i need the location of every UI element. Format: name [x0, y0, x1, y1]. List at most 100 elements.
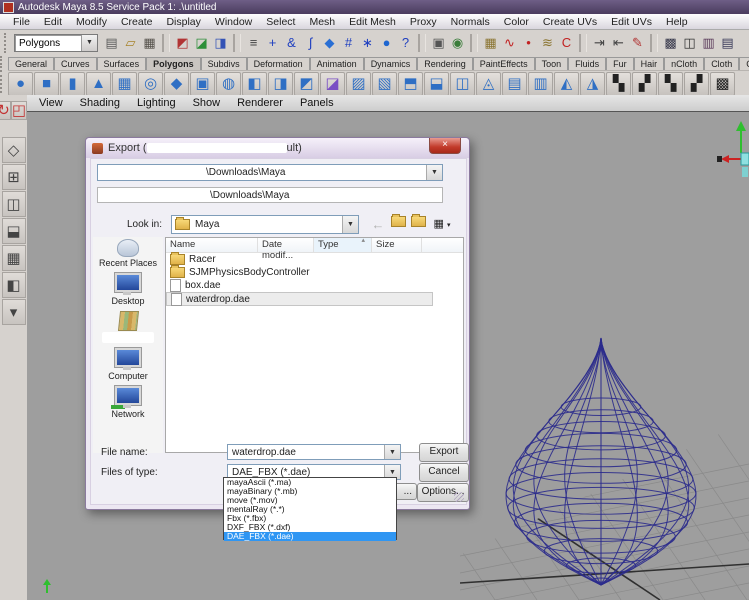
poly-cylinder-icon[interactable]: ▮ [60, 72, 85, 96]
poly-sculpt-icon[interactable]: ◬ [476, 72, 501, 96]
poly-separate-icon[interactable]: ◨ [268, 72, 293, 96]
examine-icon[interactable]: ◉ [448, 33, 467, 53]
type-option-selected[interactable]: DAE_FBX (*.dae) [224, 532, 396, 541]
manipulator-gizmo-icon[interactable] [715, 115, 749, 179]
current-path-field[interactable]: \Downloads\Maya [97, 187, 443, 203]
menu-mesh[interactable]: Mesh [302, 16, 342, 28]
menu-display[interactable]: Display [159, 16, 207, 28]
poly-mirror-icon[interactable]: ⬓ [424, 72, 449, 96]
chevron-down-icon[interactable]: ▼ [426, 165, 442, 180]
save-scene-icon[interactable]: ▦ [140, 33, 159, 53]
poly-plane-icon[interactable]: ▦ [112, 72, 137, 96]
poly-reduce-icon[interactable]: ▧ [372, 72, 397, 96]
menu-edit-mesh[interactable]: Edit Mesh [342, 16, 403, 28]
shelf-tab-curves[interactable]: Curves [54, 57, 97, 70]
chevron-down-icon[interactable]: ▼ [342, 216, 358, 233]
grid-frame-icon[interactable]: # [339, 33, 358, 53]
menu-create[interactable]: Create [114, 16, 160, 28]
help-icon[interactable]: ? [396, 33, 415, 53]
uv-planar-mapping-icon[interactable]: ▚ [606, 72, 631, 96]
poly-select-icon[interactable]: ◆ [320, 33, 339, 53]
shelf-tab-dynamics[interactable]: Dynamics [364, 57, 418, 70]
shelf-tab-ncloth[interactable]: nCloth [664, 57, 704, 70]
look-in-dropdown[interactable]: Maya ▼ [171, 215, 359, 234]
file-row[interactable]: SJMPhysicsBodyController [166, 266, 463, 279]
place-recent-places[interactable]: Recent Places [99, 239, 157, 268]
resize-grip[interactable] [454, 492, 464, 502]
make-live-icon[interactable]: C [557, 33, 576, 53]
open-scene-icon[interactable]: ▱ [121, 33, 140, 53]
layout-single-pane-icon[interactable]: ◇ [2, 137, 26, 163]
menu-edit[interactable]: Edit [37, 16, 69, 28]
export-button[interactable]: Export [419, 443, 469, 462]
render-view-icon[interactable]: ▩ [661, 33, 680, 53]
snap-to-grids-icon[interactable]: ▦ [481, 33, 500, 53]
panel-menu-lighting[interactable]: Lighting [137, 97, 176, 109]
poly-cone-icon[interactable]: ▲ [86, 72, 111, 96]
select-all-icon[interactable]: + [263, 33, 282, 53]
uv-cylindrical-mapping-icon[interactable]: ▞ [632, 72, 657, 96]
new-folder-icon[interactable] [409, 216, 427, 233]
lasso-select-icon[interactable]: & [282, 33, 301, 53]
poly-torus-icon[interactable]: ◎ [138, 72, 163, 96]
snap-to-curves-icon[interactable]: ∿ [500, 33, 519, 53]
poly-sphere-icon[interactable]: ● [8, 72, 33, 96]
shelf-tab-custom[interactable]: Custom [739, 57, 749, 70]
poly-bridge-icon[interactable]: ▥ [528, 72, 553, 96]
poly-combine-icon[interactable]: ◧ [242, 72, 267, 96]
menu-color[interactable]: Color [497, 16, 536, 28]
chevron-down-icon[interactable]: ▼ [81, 35, 97, 51]
poly-cube-icon[interactable]: ■ [34, 72, 59, 96]
shelf-tab-subdivs[interactable]: Subdivs [201, 57, 247, 70]
file-row[interactable]: Racer [166, 253, 463, 266]
shelf-tab-general[interactable]: General [8, 57, 54, 70]
panel-menu-panels[interactable]: Panels [300, 97, 334, 109]
column-name[interactable]: Name [166, 238, 258, 252]
toolbar-grip[interactable] [4, 33, 12, 53]
output-connections-icon[interactable]: ⇤ [609, 33, 628, 53]
poly-pipe-icon[interactable]: ▣ [190, 72, 215, 96]
dialog-title-bar[interactable]: Export ( ult) × [86, 138, 469, 158]
column-date-modified[interactable]: Date modif... [258, 238, 314, 252]
lock-icon[interactable]: ▣ [429, 33, 448, 53]
panel-menu-renderer[interactable]: Renderer [237, 97, 283, 109]
layout-four-pane-icon[interactable]: ⊞ [2, 164, 26, 190]
poly-extrude-icon[interactable]: ▤ [502, 72, 527, 96]
shelf-tab-toon[interactable]: Toon [535, 57, 569, 70]
menu-file[interactable]: File [6, 16, 37, 28]
shelf-tab-hair[interactable]: Hair [634, 57, 665, 70]
menu-edit-uvs[interactable]: Edit UVs [604, 16, 659, 28]
views-menu-icon[interactable]: ▦ ▾ [429, 216, 455, 233]
shelf-tab-painteffects[interactable]: PaintEffects [473, 57, 535, 70]
place-computer[interactable]: Computer [108, 348, 148, 381]
column-size[interactable]: Size [372, 238, 422, 252]
menu-normals[interactable]: Normals [444, 16, 497, 28]
close-button[interactable]: × [429, 138, 461, 154]
render-current-frame-icon[interactable]: ◫ [680, 33, 699, 53]
poly-wedge-icon[interactable]: ⬒ [398, 72, 423, 96]
menu-select[interactable]: Select [259, 16, 302, 28]
menu-help[interactable]: Help [659, 16, 695, 28]
snap-to-planes-icon[interactable]: ≋ [538, 33, 557, 53]
shelf-tab-fur[interactable]: Fur [606, 57, 634, 70]
menu-proxy[interactable]: Proxy [403, 16, 444, 28]
star-snap-icon[interactable]: ∗ [358, 33, 377, 53]
layout-persp-panel-icon[interactable]: ◧ [2, 272, 26, 298]
shelf-tab-surfaces[interactable]: Surfaces [97, 57, 147, 70]
file-name-input[interactable]: waterdrop.dae ▼ [227, 444, 401, 460]
menu-create-uvs[interactable]: Create UVs [536, 16, 604, 28]
selection-mask-menu-icon[interactable]: ≡ [244, 33, 263, 53]
place-user-folder[interactable] [102, 311, 154, 343]
shelf-tab-animation[interactable]: Animation [310, 57, 364, 70]
place-network[interactable]: Network [111, 386, 144, 419]
chevron-down-icon[interactable]: ▼ [384, 445, 400, 459]
layout-hypergraph-icon[interactable]: ▦ [2, 245, 26, 271]
select-by-component-icon[interactable]: ◨ [211, 33, 230, 53]
menu-window[interactable]: Window [208, 16, 259, 28]
menu-modify[interactable]: Modify [69, 16, 114, 28]
poly-helix-icon[interactable]: ◍ [216, 72, 241, 96]
sphere-select-icon[interactable]: ● [377, 33, 396, 53]
shelf-tab-polygons[interactable]: Polygons [146, 57, 201, 70]
shelf-tab-rendering[interactable]: Rendering [417, 57, 473, 70]
new-scene-icon[interactable]: ▤ [102, 33, 121, 53]
